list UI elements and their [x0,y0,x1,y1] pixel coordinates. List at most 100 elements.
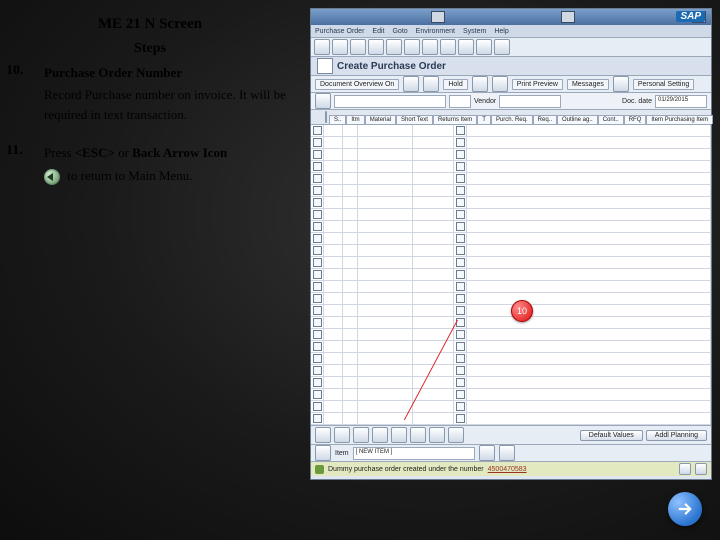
item-select-field[interactable]: [ NEW ITEM ] [353,447,475,460]
toolbar-button[interactable] [492,76,508,92]
row-checkbox[interactable] [454,221,467,232]
row-checkbox[interactable] [454,161,467,172]
hold-button[interactable]: Hold [443,79,467,90]
tab[interactable]: T [477,115,491,124]
row-selector[interactable] [311,425,324,426]
row-checkbox[interactable] [454,269,467,280]
table-row[interactable] [311,209,711,221]
row-checkbox[interactable] [454,281,467,292]
row-selector[interactable] [311,245,324,256]
status-po-number[interactable]: 4500470583 [488,466,527,473]
table-row[interactable] [311,149,711,161]
table-row[interactable] [311,329,711,341]
tab[interactable]: Req.. [533,115,557,124]
table-row[interactable] [311,269,711,281]
row-checkbox[interactable] [454,173,467,184]
expand-icon[interactable] [315,93,331,109]
toolbar-button[interactable] [476,39,492,55]
tab[interactable]: Purch. Req. [491,115,533,124]
toolbar-button[interactable] [334,427,350,443]
toolbar-button[interactable] [368,39,384,55]
row-checkbox[interactable] [454,353,467,364]
toolbar-button[interactable] [332,39,348,55]
toolbar-button[interactable] [372,427,388,443]
row-selector[interactable] [311,329,324,340]
toolbar-button[interactable] [353,427,369,443]
table-row[interactable] [311,245,711,257]
toolbar-button[interactable] [386,39,402,55]
row-checkbox[interactable] [454,185,467,196]
messages-button[interactable]: Messages [567,79,609,90]
toolbar-button[interactable] [440,39,456,55]
tab[interactable]: Material [365,115,396,124]
tab[interactable]: Item Purchasing Item [646,115,713,124]
row-checkbox[interactable] [454,425,467,426]
tab[interactable]: S.. [329,115,346,124]
window-min-icon[interactable] [431,11,445,23]
next-slide-button[interactable] [668,492,702,526]
menu-item[interactable]: System [463,28,486,35]
table-row[interactable] [311,401,711,413]
row-selector[interactable] [311,257,324,268]
toolbar-button[interactable] [472,76,488,92]
toolbar-button[interactable] [422,39,438,55]
row-selector[interactable] [311,233,324,244]
row-checkbox[interactable] [454,197,467,208]
row-selector[interactable] [311,413,324,424]
table-row[interactable] [311,317,711,329]
table-row[interactable] [311,173,711,185]
toolbar-button[interactable] [423,76,439,92]
toolbar-button[interactable] [314,39,330,55]
table-row[interactable] [311,125,711,137]
row-checkbox[interactable] [454,149,467,160]
table-row[interactable] [311,221,711,233]
menu-item[interactable]: Help [494,28,508,35]
toolbar-button[interactable] [350,39,366,55]
collapse-icon[interactable] [325,111,327,123]
row-checkbox[interactable] [454,245,467,256]
table-row[interactable] [311,233,711,245]
tab[interactable]: Itm [346,115,364,124]
row-checkbox[interactable] [454,317,467,328]
table-row[interactable] [311,377,711,389]
addl-planning-button[interactable]: Addl Planning [646,430,707,441]
tab[interactable]: Outline ag.. [557,115,598,124]
row-selector[interactable] [311,269,324,280]
item-grid[interactable]: 10 [311,125,711,426]
toolbar-button[interactable] [404,39,420,55]
table-row[interactable] [311,281,711,293]
row-checkbox[interactable] [454,125,467,136]
table-row[interactable] [311,413,711,425]
toolbar-button[interactable] [458,39,474,55]
po-type-help[interactable] [449,95,471,108]
table-row[interactable] [311,161,711,173]
tab[interactable]: Returns Item [433,115,477,124]
po-type-field[interactable] [334,95,446,108]
toolbar-button[interactable] [315,427,331,443]
expand-icon[interactable] [315,445,331,461]
table-row[interactable] [311,197,711,209]
row-selector[interactable] [311,377,324,388]
row-selector[interactable] [311,125,324,136]
row-selector[interactable] [311,293,324,304]
row-checkbox[interactable] [454,413,467,424]
menu-item[interactable]: Purchase Order [315,28,364,35]
row-selector[interactable] [311,149,324,160]
menu-item[interactable]: Goto [392,28,407,35]
vendor-field[interactable] [499,95,561,108]
row-selector[interactable] [311,365,324,376]
row-selector[interactable] [311,173,324,184]
row-checkbox[interactable] [454,341,467,352]
table-row[interactable] [311,341,711,353]
row-checkbox[interactable] [454,377,467,388]
tab[interactable]: Short Text [396,115,433,124]
table-row[interactable] [311,353,711,365]
toolbar-button[interactable] [403,76,419,92]
toolbar-button[interactable] [410,427,426,443]
table-row[interactable] [311,137,711,149]
row-checkbox[interactable] [454,365,467,376]
row-checkbox[interactable] [454,329,467,340]
table-row[interactable] [311,365,711,377]
row-selector[interactable] [311,305,324,316]
toolbar-button[interactable] [494,39,510,55]
